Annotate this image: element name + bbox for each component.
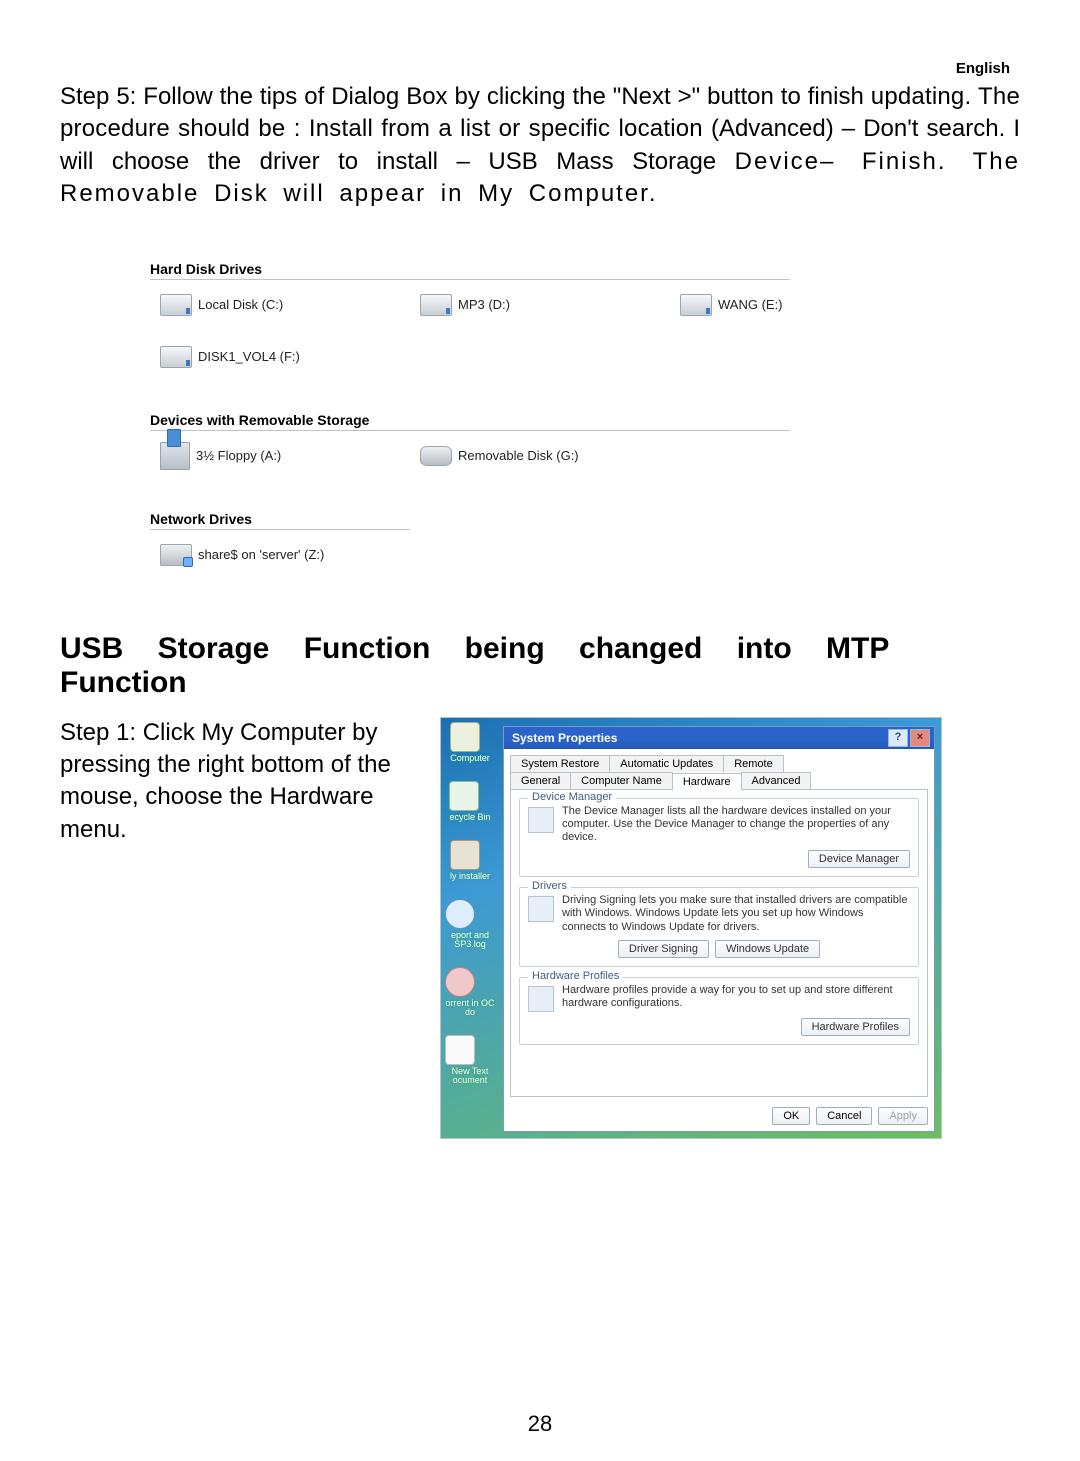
close-button[interactable]: × [910,729,930,747]
hardware-profiles-button[interactable]: Hardware Profiles [801,1018,910,1036]
section-heading: USB Storage Function being changed into … [60,632,1020,701]
document-page: English Step 5: Follow the tips of Dialo… [0,0,1080,1461]
desktop-icons-strip: Computer ecycle Bin ly installer eport a… [445,722,495,1085]
disk-icon [680,294,712,316]
help-icon[interactable] [445,899,475,929]
tab-hardware[interactable]: Hardware [672,773,742,790]
help-button[interactable]: ? [888,729,908,747]
hardware-tab-body: Device Manager The Device Manager lists … [510,789,928,1097]
desktop-icon-label: orrent in OC do [445,999,495,1017]
computer-icon[interactable] [450,722,480,752]
desktop-icon-label: ecycle Bin [449,813,490,822]
drive-label: 3½ Floppy (A:) [196,448,281,463]
drive-item[interactable]: Local Disk (C:) [160,290,350,320]
drivers-icon [528,896,554,922]
drive-label: DISK1_VOL4 (F:) [198,349,300,364]
tab-remote[interactable]: Remote [723,755,784,772]
tab-automatic-updates[interactable]: Automatic Updates [609,755,724,772]
step5-line: Step 5: Follow the tips of Dialog Box by… [60,83,864,110]
page-number: 28 [0,1411,1080,1437]
ok-button[interactable]: OK [772,1107,810,1125]
hdd-section-header: Hard Disk Drives [150,261,790,280]
drive-item[interactable]: MP3 (D:) [420,290,610,320]
tab-advanced[interactable]: Advanced [741,772,812,789]
hardware-profiles-group: Hardware Profiles Hardware profiles prov… [519,977,919,1045]
group-text: Hardware profiles provide a way for you … [562,984,910,1012]
step5-paragraph: Step 5: Follow the tips of Dialog Box by… [60,81,1020,211]
removable-section-header: Devices with Removable Storage [150,412,790,431]
group-title: Hardware Profiles [528,970,623,982]
torrent-icon[interactable] [445,967,475,997]
device-manager-button[interactable]: Device Manager [808,850,910,868]
window-title: System Properties [512,731,617,745]
installer-icon[interactable] [450,840,480,870]
hardware-profiles-icon [528,986,554,1012]
drive-label: WANG (E:) [718,297,783,312]
system-properties-screenshot: Computer ecycle Bin ly installer eport a… [440,717,942,1139]
drive-label: share$ on 'server' (Z:) [198,547,324,562]
heading-line: USB Storage Function being changed into … [60,632,1020,667]
system-properties-window: System Properties ? × System Restore Aut… [503,726,935,1132]
desktop-icon-label: New Text ocument [445,1067,495,1085]
drive-item[interactable]: 3½ Floppy (A:) [160,441,350,471]
drive-label: Removable Disk (G:) [458,448,579,463]
network-drive-icon [160,544,192,566]
desktop-icon-label: ly installer [450,872,490,881]
drive-label: Local Disk (C:) [198,297,283,312]
tab-system-restore[interactable]: System Restore [510,755,610,772]
drivers-group: Drivers Driving Signing lets you make su… [519,887,919,967]
drive-item[interactable]: Removable Disk (G:) [420,441,610,471]
desktop-icon-label: eport and SP3.log [445,931,495,949]
my-computer-panel: Hard Disk Drives Local Disk (C:) MP3 (D:… [150,261,870,592]
windows-update-button[interactable]: Windows Update [715,940,820,958]
titlebar: System Properties ? × [504,727,934,749]
group-title: Device Manager [528,791,616,803]
floppy-icon [160,442,190,470]
network-section-header: Network Drives [150,511,410,530]
drive-item[interactable]: WANG (E:) [680,290,870,320]
dialog-buttons: OK Cancel Apply [504,1103,934,1131]
device-manager-group: Device Manager The Device Manager lists … [519,798,919,878]
drive-label: MP3 (D:) [458,297,510,312]
cancel-button[interactable]: Cancel [816,1107,872,1125]
step1-text: Step 1: Click My Computer by pressing th… [60,717,400,1139]
group-text: Driving Signing lets you make sure that … [562,894,910,934]
textfile-icon[interactable] [445,1035,475,1065]
desktop-icon-label: Computer [450,754,490,763]
disk-icon [420,294,452,316]
drive-item[interactable]: share$ on 'server' (Z:) [160,540,350,570]
group-text: The Device Manager lists all the hardwar… [562,805,910,845]
tab-computer-name[interactable]: Computer Name [570,772,673,789]
driver-signing-button[interactable]: Driver Signing [618,940,709,958]
heading-line: Function [60,666,1020,701]
disk-icon [160,346,192,368]
language-label: English [60,60,1010,77]
device-manager-icon [528,807,554,833]
apply-button[interactable]: Apply [878,1107,928,1125]
tab-general[interactable]: General [510,772,571,789]
recycle-bin-icon[interactable] [449,781,479,811]
drive-item[interactable]: DISK1_VOL4 (F:) [160,342,350,372]
tabs-row2: General Computer Name Hardware Advanced [504,772,934,789]
group-title: Drivers [528,880,571,892]
tabs-row1: System Restore Automatic Updates Remote [504,749,934,772]
disk-icon [160,294,192,316]
removable-disk-icon [420,446,452,466]
